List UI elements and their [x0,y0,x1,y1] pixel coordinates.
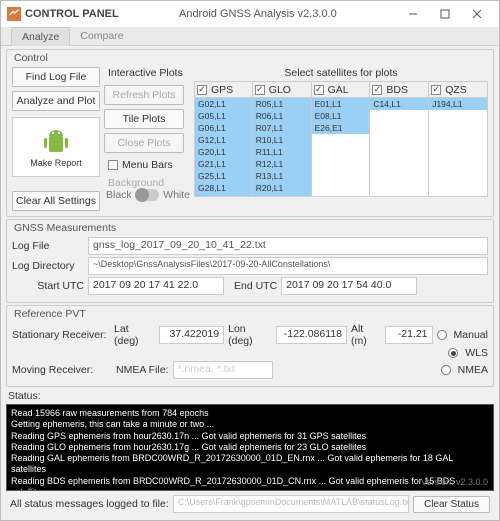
tab-compare[interactable]: Compare [70,27,133,45]
window-title: CONTROL PANEL [25,8,119,20]
status-console[interactable]: Read 15966 raw measurements from 784 epo… [6,404,494,491]
interactive-plots-title: Interactive Plots [108,67,190,79]
menu-bars-checkbox[interactable] [108,160,118,170]
tile-plots-button[interactable]: Tile Plots [104,109,184,129]
bds-checkbox[interactable] [372,85,382,95]
status-log-label: All status messages logged to file: [10,498,169,510]
make-report-label: Make Report [30,158,82,168]
clear-all-button[interactable]: Clear All Settings [12,191,100,211]
nmea-file-field[interactable]: *.nmea, *.txt [173,361,273,379]
nmea-label: NMEA [458,364,488,376]
find-log-button[interactable]: Find Log File [12,67,100,87]
sat-select-title: Select satellites for plots [194,67,488,79]
qzs-list[interactable]: J194,L1 [429,97,488,197]
log-dir-label: Log Directory [12,260,84,272]
start-utc-label: Start UTC [12,280,84,292]
lon-field[interactable]: -122.086118 [276,326,347,344]
sat-item[interactable]: E08,L1 [312,110,370,122]
pvt-title: Reference PVT [14,308,488,320]
clear-status-button[interactable]: Clear Status [413,496,490,513]
gps-checkbox[interactable] [197,85,207,95]
sat-item[interactable]: R06,L1 [253,110,311,122]
sat-item[interactable]: G02,L1 [195,98,252,110]
sat-item[interactable]: R11,L1 [253,146,311,158]
nmea-radio[interactable] [441,365,451,375]
sat-item[interactable]: G21,L1 [195,158,252,170]
end-utc-label: End UTC [234,280,277,292]
log-dir-field[interactable]: ~\Desktop\GnssAnalysisFiles\2017-09-20-A… [88,257,488,275]
minimize-button[interactable] [397,3,429,25]
alt-field[interactable]: -21.21 [385,326,432,344]
make-report-button[interactable]: Make Report [12,117,100,177]
end-utc-field[interactable]: 2017 09 20 17 54 40.0 [281,277,417,295]
sat-item[interactable]: G12,L1 [195,134,252,146]
sat-item[interactable]: G20,L1 [195,146,252,158]
wls-radio[interactable] [448,348,458,358]
moving-label: Moving Receiver: [12,364,112,376]
menu-bars-label: Menu Bars [122,159,173,171]
bds-list[interactable]: C14,L1 [370,97,429,197]
start-utc-field[interactable]: 2017 09 20 17 41 22.0 [88,277,224,295]
sat-item[interactable]: R13,L1 [253,170,311,182]
sat-item[interactable]: E26,E1 [312,122,370,134]
sat-item[interactable]: R21,L1 [253,194,311,197]
sat-item[interactable]: E01,L1 [312,98,370,110]
status-text: Read 15966 raw measurements from 784 epo… [11,408,489,491]
sat-item[interactable]: R12,L1 [253,158,311,170]
refresh-plots-button[interactable]: Refresh Plots [104,85,184,105]
background-slider[interactable] [136,189,159,201]
bds-header: BDS [386,84,408,96]
nmea-file-label: NMEA File: [116,364,169,376]
app-icon [7,7,21,21]
alt-label: Alt (m) [351,323,381,347]
glo-header: GLO [269,84,291,96]
wls-label: WLS [465,347,488,359]
control-title: Control [14,52,488,64]
bg-white-label: White [163,189,190,201]
sat-item[interactable]: R20,L1 [253,182,311,194]
sat-item[interactable]: G28,L1 [195,182,252,194]
meas-title: GNSS Measurements [14,222,488,234]
sat-item[interactable]: G06,L1 [195,122,252,134]
gps-header: GPS [211,84,233,96]
android-icon [39,126,73,156]
sat-item[interactable]: R05,L1 [253,98,311,110]
lat-field[interactable]: 37.422019 [159,326,224,344]
bg-black-label: Black [106,189,132,201]
manual-radio[interactable] [437,330,447,340]
lon-label: Lon (deg) [228,323,272,347]
gal-list[interactable]: E01,L1E08,L1E26,E1 [312,97,371,197]
gal-header: GAL [328,84,349,96]
sat-item[interactable]: C14,L1 [370,98,428,110]
window-subtitle: Android GNSS Analysis v2.3.0.0 [119,8,397,20]
qzs-header: QZS [445,84,467,96]
gal-checkbox[interactable] [314,85,324,95]
gps-list[interactable]: G02,L1G05,L1G06,L1G12,L1G20,L1G21,L1G25,… [194,97,253,197]
version-label: Version: v2.3.0.0 [421,477,488,488]
glo-checkbox[interactable] [255,85,265,95]
qzs-checkbox[interactable] [431,85,441,95]
log-file-label: Log File [12,240,84,252]
lat-label: Lat (deg) [114,323,155,347]
sat-item[interactable]: G05,L1 [195,110,252,122]
analyze-plot-button[interactable]: Analyze and Plot [12,91,100,111]
glo-list[interactable]: R05,L1R06,L1R07,L1R10,L1R11,L1R12,L1R13,… [253,97,312,197]
background-label: Background [108,177,190,189]
status-log-path: C:\Users\Frank\gpseminDocuments\MATLAB\s… [173,495,409,513]
tab-analyze[interactable]: Analyze [11,27,70,46]
stationary-label: Stationary Receiver: [12,329,110,341]
manual-label: Manual [454,329,488,341]
sat-item[interactable]: R07,L1 [253,122,311,134]
maximize-button[interactable] [429,3,461,25]
close-plots-button[interactable]: Close Plots [104,133,184,153]
sat-item[interactable]: G31,L1 [195,194,252,197]
status-title: Status: [8,390,494,402]
log-file-field[interactable]: gnss_log_2017_09_20_10_41_22.txt [88,237,488,255]
sat-item[interactable]: G25,L1 [195,170,252,182]
close-button[interactable] [461,3,493,25]
sat-item[interactable]: R10,L1 [253,134,311,146]
sat-item[interactable]: J194,L1 [429,98,487,110]
